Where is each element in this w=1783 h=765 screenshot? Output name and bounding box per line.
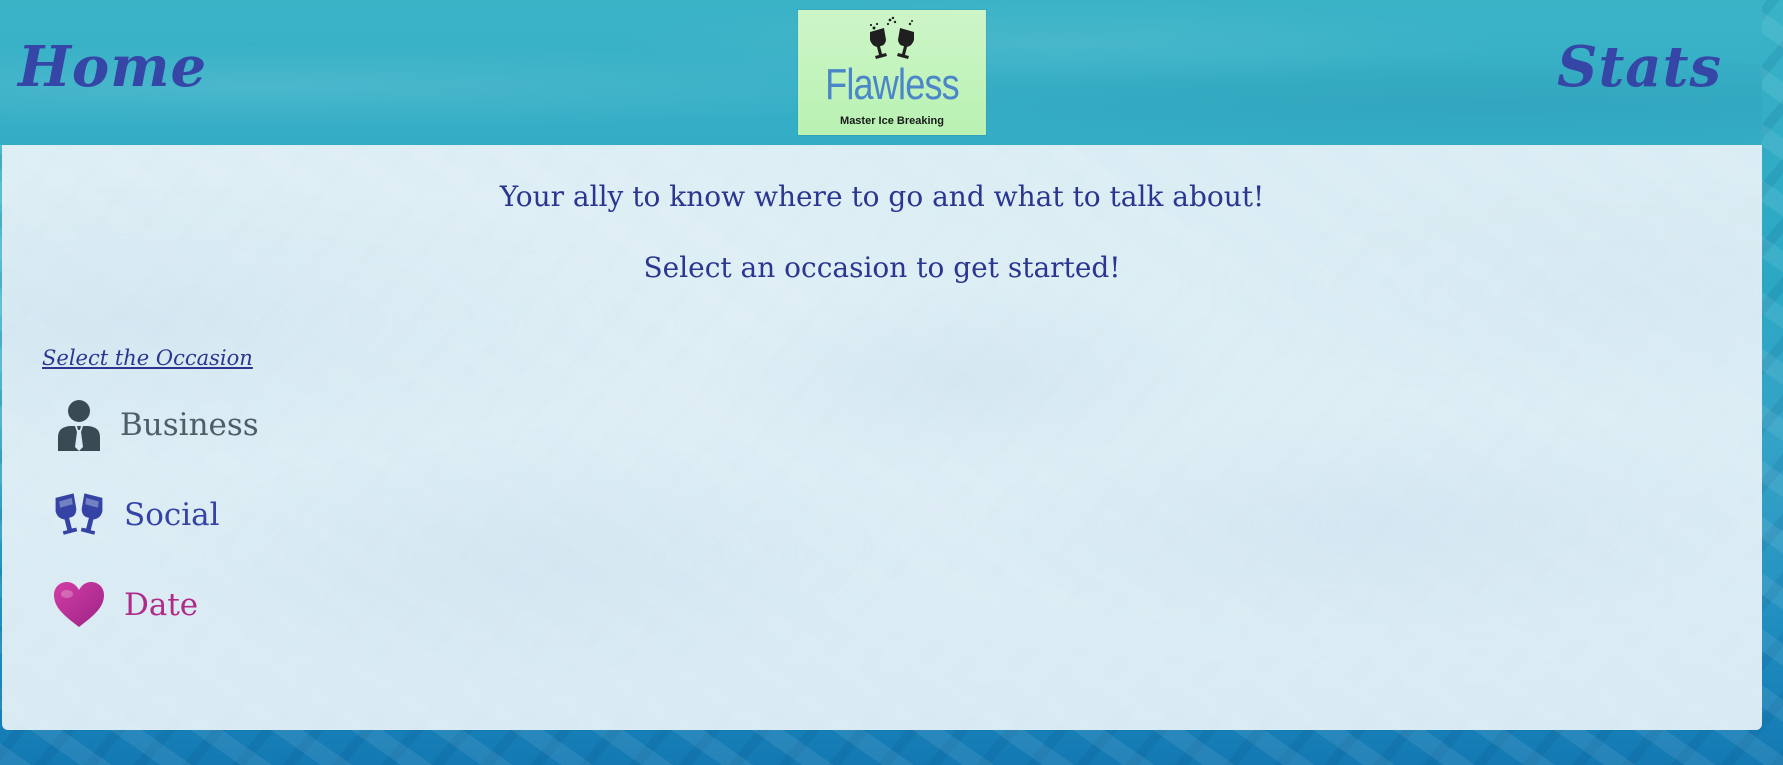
businessman-icon	[52, 398, 106, 452]
occasion-social[interactable]: Social	[52, 487, 220, 543]
flawless-logo[interactable]: Flawless Master Ice Breaking	[798, 10, 986, 135]
panel-ice-texture	[2, 145, 1762, 730]
occasion-label-business: Business	[120, 407, 259, 443]
toasting-glasses-logo-icon	[869, 16, 914, 59]
occasion-label-date: Date	[124, 587, 199, 623]
logo-tagline: Master Ice Breaking	[840, 115, 944, 127]
main-panel: Your ally to know where to go and what t…	[2, 145, 1762, 730]
toasting-glasses-icon	[52, 488, 106, 542]
intro-tagline: Your ally to know where to go and what t…	[499, 180, 1265, 213]
top-header: Home Flawless Master Ice Breaking Stats	[0, 0, 1762, 145]
occasion-date[interactable]: Date	[52, 577, 198, 633]
get-started-prompt: Select an occasion to get started!	[643, 251, 1121, 284]
heart-icon	[52, 578, 106, 632]
nav-stats-link[interactable]: Stats	[1557, 34, 1722, 100]
logo-name: Flawless	[825, 60, 960, 109]
nav-home-link[interactable]: Home	[18, 34, 207, 100]
occasion-label-social: Social	[124, 497, 220, 533]
occasion-heading: Select the Occasion	[42, 346, 253, 370]
occasion-business[interactable]: Business	[52, 397, 259, 453]
